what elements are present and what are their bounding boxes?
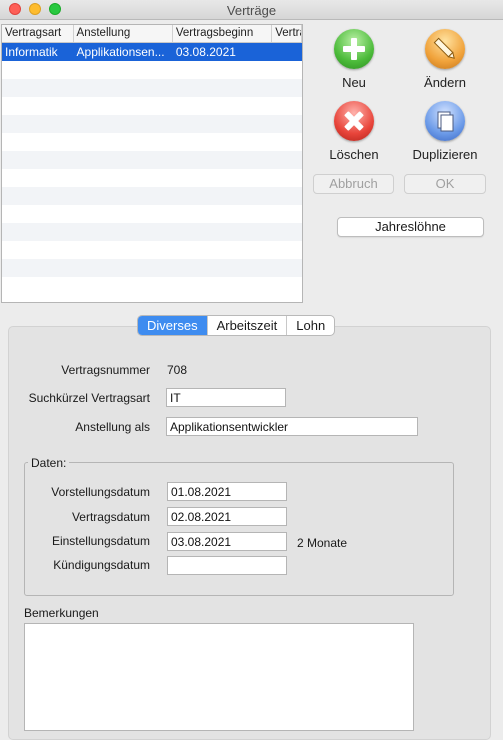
- empty-row: [2, 223, 302, 241]
- table-header: Vertragsart Anstellung Vertragsbeginn Ve…: [2, 25, 302, 43]
- search-short-field[interactable]: IT: [166, 388, 286, 407]
- annual-wages-button[interactable]: Jahreslöhne: [337, 217, 484, 237]
- ok-button[interactable]: OK: [404, 174, 486, 194]
- interview-date-label: Vorstellungsdatum: [51, 485, 150, 499]
- employment-field[interactable]: Applikationsentwickler: [166, 417, 418, 436]
- cell-vertragsbeginn: 03.08.2021: [175, 45, 236, 59]
- empty-row: [2, 205, 302, 223]
- empty-row: [2, 187, 302, 205]
- tab-diverses[interactable]: Diverses: [138, 316, 208, 335]
- duplicate-label: Duplizieren: [412, 147, 478, 162]
- edit-label: Ändern: [424, 75, 466, 90]
- cell-vertra: [272, 43, 302, 61]
- x-icon: [334, 101, 374, 141]
- duplicate-button[interactable]: Duplizieren: [405, 101, 485, 162]
- new-label: Neu: [342, 75, 366, 90]
- empty-row: [2, 277, 302, 295]
- tab-arbeitszeit[interactable]: Arbeitszeit: [208, 316, 288, 335]
- tab-lohn[interactable]: Lohn: [287, 316, 334, 335]
- remarks-textarea[interactable]: [24, 623, 414, 731]
- tab-bar: Diverses Arbeitszeit Lohn: [137, 315, 336, 336]
- contract-date-field[interactable]: 02.08.2021: [167, 507, 287, 526]
- interview-date-field[interactable]: 01.08.2021: [167, 482, 287, 501]
- column-header-vertragsbeginn[interactable]: Vertragsbeginn: [173, 25, 273, 42]
- contract-number-label: Vertragsnummer: [61, 363, 150, 377]
- search-short-label: Suchkürzel Vertragsart: [28, 391, 150, 405]
- termination-date-field[interactable]: [167, 556, 287, 575]
- copy-icon: [425, 101, 465, 141]
- contracts-table[interactable]: Vertragsart Anstellung Vertragsbeginn Ve…: [1, 24, 303, 303]
- contract-number-value: 708: [167, 363, 188, 377]
- edit-button[interactable]: Ändern: [405, 29, 485, 90]
- cell-anstellung: Applikationsen...: [76, 45, 165, 59]
- new-button[interactable]: Neu: [314, 29, 394, 90]
- delete-button[interactable]: Löschen: [314, 101, 394, 162]
- empty-row: [2, 151, 302, 169]
- contract-date-label: Vertragsdatum: [71, 510, 150, 524]
- column-header-anstellung[interactable]: Anstellung: [74, 25, 173, 42]
- column-header-vertra[interactable]: Vertra: [272, 25, 302, 42]
- empty-row: [2, 259, 302, 277]
- empty-row: [2, 61, 302, 79]
- employment-label: Anstellung als: [75, 420, 150, 434]
- dates-group-title: Daten:: [28, 456, 70, 470]
- hire-duration: 2 Monate: [297, 536, 348, 550]
- table-row[interactable]: Informatik Applikationsen... 03.08.2021: [2, 43, 302, 61]
- empty-row: [2, 133, 302, 151]
- hire-date-label: Einstellungsdatum: [51, 534, 150, 548]
- remarks-label: Bemerkungen: [24, 606, 99, 620]
- plus-icon: [334, 29, 374, 69]
- hire-date-field[interactable]: 03.08.2021: [167, 532, 287, 551]
- pencil-icon: [425, 29, 465, 69]
- empty-row: [2, 97, 302, 115]
- title-bar: Verträge: [0, 0, 503, 20]
- empty-row: [2, 79, 302, 97]
- delete-label: Löschen: [329, 147, 379, 162]
- cancel-button[interactable]: Abbruch: [313, 174, 394, 194]
- window-title: Verträge: [226, 3, 277, 18]
- termination-date-label: Kündigungsdatum: [53, 558, 150, 572]
- empty-row: [2, 169, 302, 187]
- cell-vertragsart: Informatik: [5, 45, 58, 59]
- empty-row: [2, 241, 302, 259]
- column-header-vertragsart[interactable]: Vertragsart: [2, 25, 74, 42]
- empty-row: [2, 115, 302, 133]
